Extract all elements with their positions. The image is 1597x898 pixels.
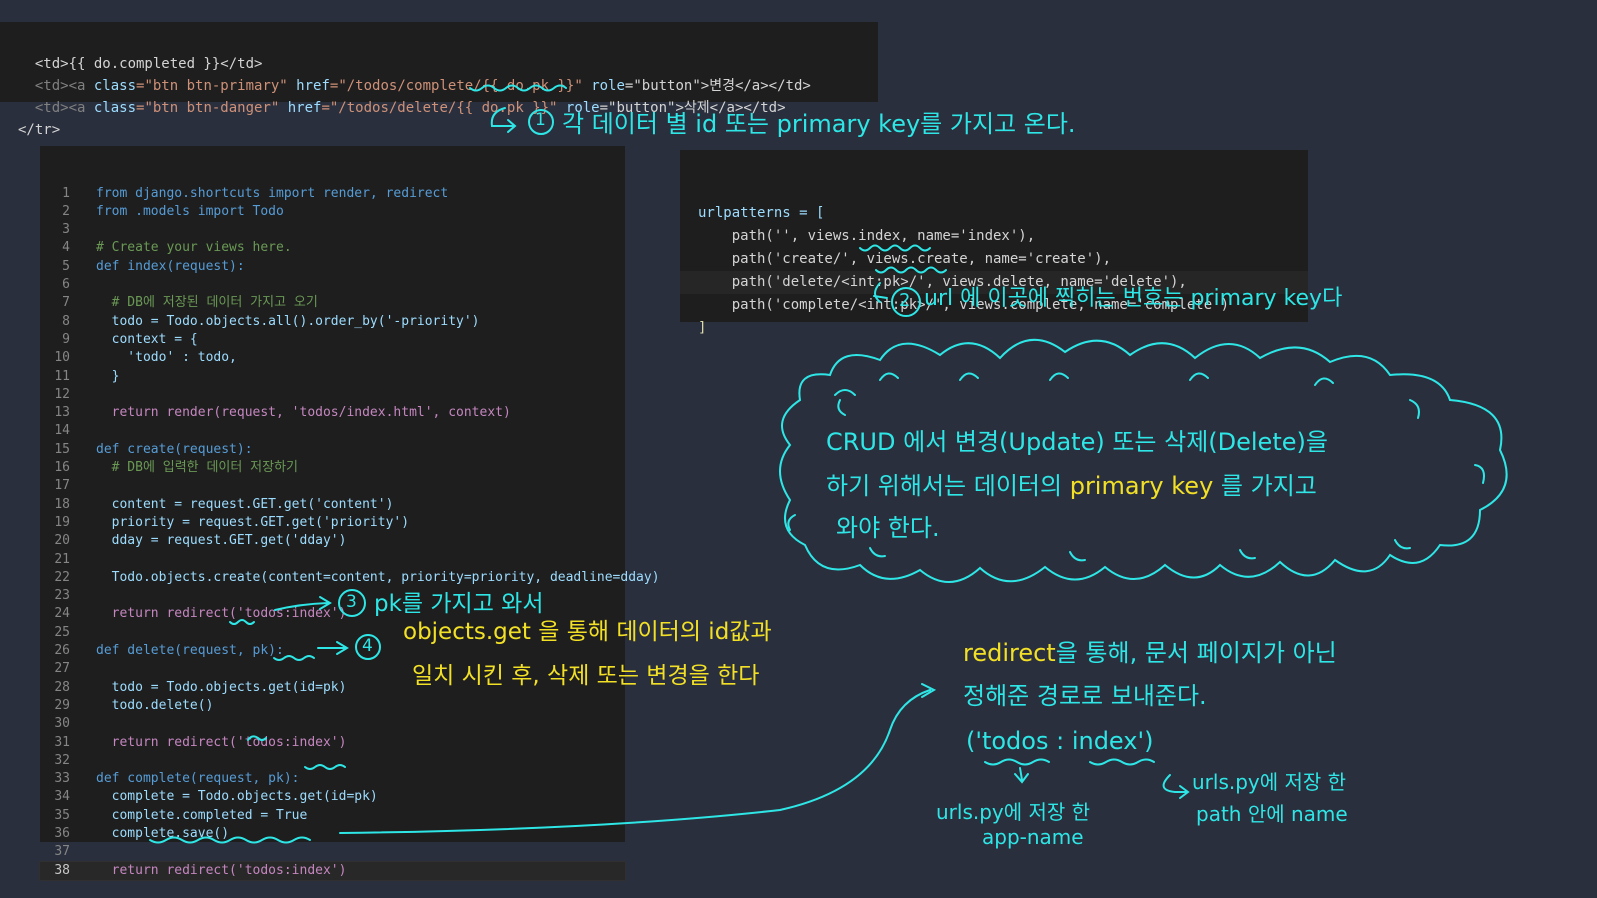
redirect-line-1: redirect을 통해, 문서 페이지가 아닌: [963, 633, 1337, 668]
redirect-line-1-rest: 을 통해, 문서 페이지가 아닌: [1055, 639, 1337, 667]
redirect-right-label-2: path 안에 name: [1196, 802, 1348, 826]
cloud-line-2: 하기 위해서는 데이터의 primary key 를 가지고: [826, 466, 1317, 501]
redirect-left-label-1: urls.py에 저장 한: [936, 800, 1091, 824]
note-1-text: 각 데이터 별 id 또는 primary key를 가지고 온다.: [562, 110, 1076, 138]
note-4-line-1: objects.get 을 통해 데이터의 id값과: [403, 619, 772, 645]
redirect-right-label-1: urls.py에 저장 한: [1192, 770, 1347, 794]
cloud-line-3: 와야 한다.: [836, 514, 940, 542]
cloud-line-2c: 를 가지고: [1220, 472, 1317, 500]
note-4-line-2: 일치 시킨 후, 삭제 또는 변경을 한다: [412, 663, 760, 689]
redirect-word: redirect: [963, 639, 1056, 667]
redirect-left-label-2: app-name: [982, 825, 1084, 849]
cloud-line-1: CRUD 에서 변경(Update) 또는 삭제(Delete)을: [826, 428, 1328, 456]
note-4-number: 4: [362, 636, 373, 656]
note-1-number: 1: [535, 110, 546, 130]
redirect-line-2: 정해준 경로로 보내준다.: [963, 682, 1207, 710]
note-2-text: url 에 이곳에 찍히는 번호는 primary key다: [924, 286, 1343, 311]
redirect-example: ('todos : index'): [966, 727, 1154, 755]
note-2-number: 2: [899, 290, 911, 311]
cloud-primary-key: primary key: [1069, 472, 1214, 500]
cloud-line-2a: 하기 위해서는 데이터의: [826, 472, 1063, 500]
note-3-number: 3: [346, 592, 357, 612]
